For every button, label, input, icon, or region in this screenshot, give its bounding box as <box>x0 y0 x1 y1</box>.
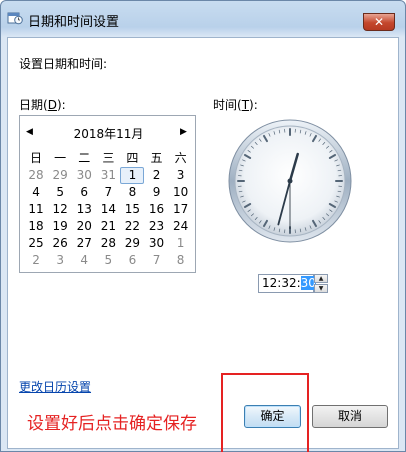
calendar-day[interactable]: 13 <box>72 201 96 218</box>
calendar-week-row: 25 26 27 28 29 30 1 <box>24 235 193 252</box>
calendar-week-row: 4 5 6 7 8 9 10 <box>24 184 193 201</box>
calendar-day[interactable]: 7 <box>96 184 120 201</box>
weekday-label: 日 <box>30 151 43 165</box>
calendar-control[interactable]: ◀ 2018年11月 ▶ 日一二三四五六 28 29 30 31 1 2 3 4 5 6 7 8 9 10 1… <box>19 115 196 273</box>
time-spinner[interactable]: ▲ ▼ <box>314 274 328 293</box>
calendar-day[interactable]: 3 <box>169 167 193 184</box>
title-bar: 日期和时间设置 ✕ <box>1 1 405 33</box>
calendar-day[interactable]: 11 <box>24 201 48 218</box>
calendar-day[interactable]: 15 <box>120 201 144 218</box>
calendar-day[interactable]: 30 <box>72 167 96 184</box>
calendar-day[interactable]: 1 <box>120 167 145 184</box>
calendar-day[interactable]: 8 <box>169 252 193 269</box>
calendar-day[interactable]: 3 <box>48 252 72 269</box>
calendar-day[interactable]: 27 <box>72 235 96 252</box>
cancel-button[interactable]: 取消 <box>312 405 388 428</box>
calendar-day[interactable]: 1 <box>169 235 193 252</box>
dialog-content: 设置日期和时间: 日期(D): 时间(T): ◀ 2018年11月 ▶ 日一二三… <box>7 37 399 452</box>
weekday-label: 四 <box>126 151 139 165</box>
time-input[interactable]: 12:32:30 <box>258 274 316 293</box>
calendar-day[interactable]: 7 <box>144 252 168 269</box>
spin-up-icon[interactable]: ▲ <box>314 274 328 283</box>
close-button[interactable]: ✕ <box>363 13 395 31</box>
weekday-label: 一 <box>54 151 67 165</box>
time-label: 时间(T): <box>213 98 258 112</box>
calendar-week-row: 28 29 30 31 1 2 3 <box>24 167 193 184</box>
calendar-day[interactable]: 5 <box>96 252 120 269</box>
section-heading: 设置日期和时间: <box>19 57 108 71</box>
weekday-label: 六 <box>174 151 187 165</box>
window-title: 日期和时间设置 <box>28 15 120 30</box>
next-month-icon[interactable]: ▶ <box>180 127 187 137</box>
calendar-day[interactable]: 23 <box>144 218 168 235</box>
close-icon: ✕ <box>373 15 385 29</box>
calendar-day[interactable]: 19 <box>48 218 72 235</box>
calendar-day[interactable]: 28 <box>24 167 48 184</box>
calendar-day[interactable]: 25 <box>24 235 48 252</box>
calendar-day[interactable]: 18 <box>24 218 48 235</box>
calendar-day[interactable]: 31 <box>96 167 120 184</box>
calendar-day[interactable]: 4 <box>24 184 48 201</box>
date-label: 日期(D): <box>19 98 66 112</box>
calendar-day[interactable]: 26 <box>48 235 72 252</box>
calendar-day[interactable]: 20 <box>72 218 96 235</box>
calendar-day[interactable]: 9 <box>144 184 168 201</box>
calendar-day[interactable]: 8 <box>120 184 144 201</box>
weekday-header-row: 日一二三四五六 <box>24 150 193 167</box>
calendar-day[interactable]: 2 <box>144 167 168 184</box>
calendar-day[interactable]: 12 <box>48 201 72 218</box>
change-calendar-settings-link[interactable]: 更改日历设置 <box>19 378 91 395</box>
calendar-day[interactable]: 22 <box>120 218 144 235</box>
calendar-day[interactable]: 21 <box>96 218 120 235</box>
calendar-week-row: 2345678 <box>24 252 193 269</box>
annotation-text: 设置好后点击确定保存 <box>27 414 197 434</box>
calendar-day[interactable]: 6 <box>120 252 144 269</box>
calendar-day[interactable]: 2 <box>24 252 48 269</box>
calendar-day[interactable]: 29 <box>48 167 72 184</box>
calendar-day[interactable]: 24 <box>169 218 193 235</box>
calendar-week-row: 18 19 20 21 22 23 24 <box>24 218 193 235</box>
calendar-day[interactable]: 28 <box>96 235 120 252</box>
calendar-month-title[interactable]: 2018年11月 <box>20 125 197 142</box>
calendar-day[interactable]: 6 <box>72 184 96 201</box>
calendar-clock-icon <box>7 12 23 25</box>
calendar-day[interactable]: 4 <box>72 252 96 269</box>
calendar-day[interactable]: 17 <box>169 201 193 218</box>
calendar-day[interactable]: 5 <box>48 184 72 201</box>
calendar-week-row: 11 12 13 14 15 16 17 <box>24 201 193 218</box>
weekday-label: 五 <box>150 151 163 165</box>
calendar-grid: 日一二三四五六 28 29 30 31 1 2 3 4 5 6 7 8 9 10 11 12 13 14 15 16 17… <box>24 150 193 269</box>
annotation-highlight-box <box>221 373 309 452</box>
calendar-day[interactable]: 14 <box>96 201 120 218</box>
calendar-day[interactable]: 16 <box>144 201 168 218</box>
calendar-day[interactable]: 29 <box>120 235 144 252</box>
spin-down-icon[interactable]: ▼ <box>314 284 328 293</box>
calendar-day[interactable]: 10 <box>169 184 193 201</box>
weekday-label: 三 <box>102 151 115 165</box>
analog-clock <box>228 119 352 243</box>
calendar-day[interactable]: 30 <box>144 235 168 252</box>
date-time-settings-dialog: 日期和时间设置 ✕ 设置日期和时间: 日期(D): 时间(T): ◀ 2018年… <box>0 0 406 452</box>
weekday-label: 二 <box>78 151 91 165</box>
